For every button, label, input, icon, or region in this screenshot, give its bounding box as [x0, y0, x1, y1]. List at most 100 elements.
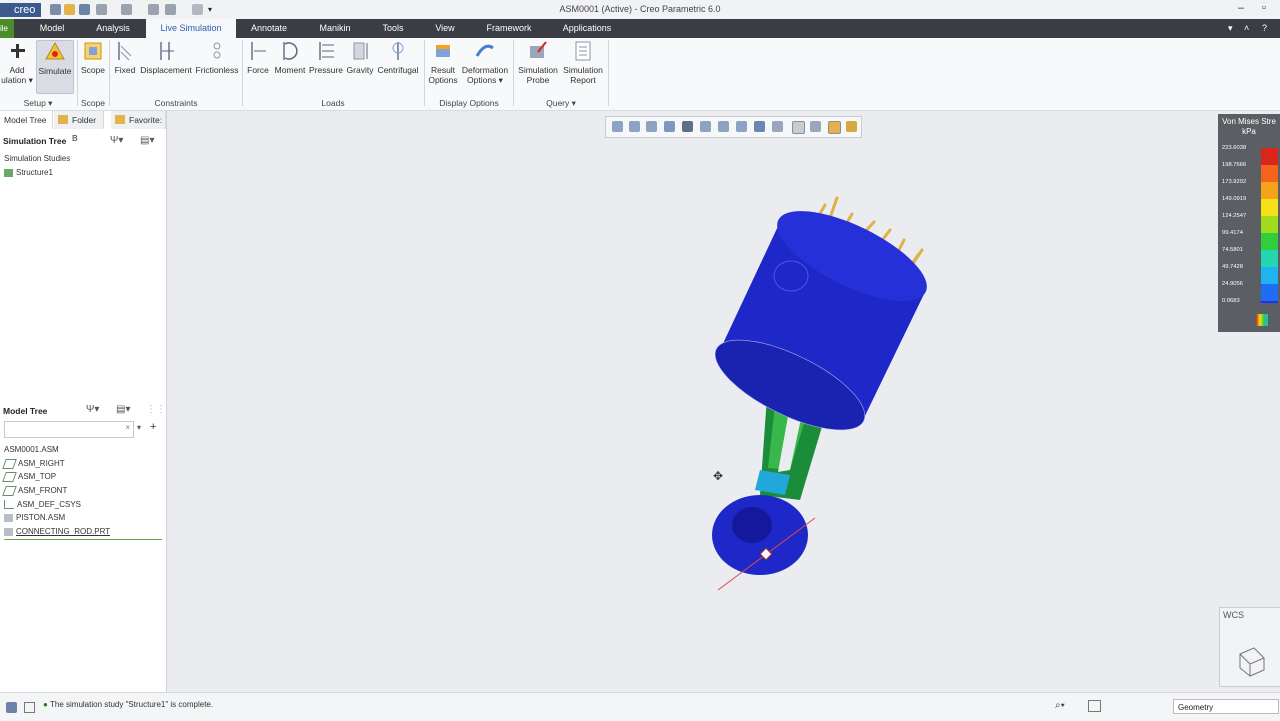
result-options-button[interactable]: Result Options — [427, 40, 459, 85]
group-setup[interactable]: Setup ▾ — [0, 98, 76, 109]
csys-display-icon[interactable] — [810, 121, 821, 132]
model-tree-search-input[interactable]: × — [4, 421, 134, 438]
appearance-icon[interactable] — [846, 121, 857, 132]
annotation-display-icon[interactable] — [792, 121, 805, 134]
tree-item-asm-top[interactable]: ASM_TOP — [2, 472, 57, 482]
add-simulation-button[interactable]: Add ulation ▾ — [0, 40, 34, 86]
group-loads: Loads — [321, 98, 345, 108]
legend-value: 74.5801 — [1222, 247, 1243, 253]
refit-icon[interactable] — [612, 121, 623, 132]
repaint-icon[interactable] — [664, 121, 675, 132]
result-options-label-2: Options — [428, 75, 458, 85]
centrifugal-icon — [388, 40, 408, 62]
moment-icon — [280, 40, 300, 62]
graphics-viewport[interactable]: ✥ — [167, 111, 1280, 692]
help-icon[interactable]: ? — [1262, 23, 1267, 33]
perspective-view-icon[interactable] — [736, 121, 747, 132]
tree-item-asm-front[interactable]: ASM_FRONT — [2, 486, 67, 496]
selection-filter-icon[interactable] — [1088, 700, 1101, 712]
model-tree-filter-icon[interactable]: Ψ▾ — [86, 404, 99, 415]
tree-item-simulation-studies[interactable]: Simulation Studies — [4, 154, 70, 163]
legend-value: 198.7666 — [1222, 162, 1247, 168]
find-icon[interactable]: ⌕▾ — [1055, 700, 1065, 711]
simulation-probe-button[interactable]: Simulation Probe — [516, 40, 560, 85]
tab-manikin[interactable]: Manikin — [308, 19, 362, 38]
tab-applications[interactable]: Applications — [556, 19, 618, 38]
legend-swatch — [1261, 199, 1278, 216]
tree-filter-icon[interactable]: Ψ▾ — [110, 135, 123, 146]
legend-value: 0.0683 — [1222, 298, 1240, 304]
minimize-ribbon-icon[interactable]: ˄ — [1244, 23, 1249, 33]
tree-item-asm-def-csys[interactable]: ASM_DEF_CSYS — [4, 500, 82, 510]
coordinate-system-icon — [4, 500, 14, 510]
tree-item-piston-asm[interactable]: PISTON.ASM — [4, 513, 65, 522]
model-tree-columns-icon[interactable]: ⋮⋮ — [146, 404, 166, 415]
legend-swatch — [1261, 284, 1278, 301]
datum-display-icon[interactable] — [754, 121, 765, 132]
separator — [424, 40, 425, 106]
asm-top-label: ASM_TOP — [18, 472, 57, 482]
saved-orientations-icon[interactable] — [700, 121, 711, 132]
moment-label: Moment — [274, 65, 306, 75]
asm-def-csys-label: ASM_DEF_CSYS — [17, 500, 82, 509]
displacement-button[interactable]: Displacement — [140, 40, 192, 75]
fixed-button[interactable]: Fixed — [112, 40, 138, 75]
scope-button[interactable]: Scope — [79, 40, 107, 75]
restore-icon[interactable]: ▫ — [1262, 2, 1266, 14]
model-tree-settings-icon[interactable]: ▤▾ — [116, 404, 130, 415]
view-manager-icon[interactable] — [718, 121, 729, 132]
force-button[interactable]: Force — [245, 40, 271, 75]
centrifugal-button[interactable]: Centrifugal — [377, 40, 419, 75]
selection-filter-dropdown[interactable]: Geometry — [1173, 699, 1279, 714]
tree-settings-icon[interactable]: ▤▾ — [140, 135, 154, 146]
simulation-model[interactable]: ✥ — [167, 111, 1280, 692]
tab-framework[interactable]: Framework — [478, 19, 540, 38]
tab-annotate[interactable]: Annotate — [242, 19, 296, 38]
tree-item-asm-right[interactable]: ASM_RIGHT — [2, 459, 65, 469]
legend-swatch — [1261, 301, 1278, 303]
structure1-label: Structure1 — [16, 168, 53, 177]
full-screen-icon[interactable] — [24, 702, 35, 713]
tab-analysis[interactable]: Analysis — [86, 19, 140, 38]
pressure-button[interactable]: Pressure — [309, 40, 343, 75]
fixed-constraint-icon — [115, 40, 135, 62]
tab-tools[interactable]: Tools — [372, 19, 414, 38]
ribbon-options-icon[interactable]: ▾ — [1228, 23, 1233, 34]
legend-value: 124.2547 — [1222, 213, 1247, 219]
search-options-chevron-icon[interactable]: ▾ — [137, 423, 141, 432]
tree-item-connecting-rod[interactable]: CONNECTING_ROD.PRT — [4, 527, 162, 540]
legend-options-icon[interactable] — [1256, 314, 1268, 326]
tree-item-structure1[interactable]: Structure1 — [4, 168, 53, 177]
gravity-button[interactable]: Gravity — [345, 40, 375, 75]
tree-item-asm0001[interactable]: ASM0001.ASM — [4, 445, 59, 454]
pressure-label: Pressure — [309, 65, 344, 75]
deformation-options-button[interactable]: Deformation Options ▾ — [461, 40, 509, 86]
frictionless-icon — [207, 40, 227, 62]
frictionless-button[interactable]: Frictionless — [194, 40, 240, 75]
group-query[interactable]: Query ▾ — [516, 98, 606, 109]
spin-center-icon[interactable] — [772, 121, 783, 132]
tab-view[interactable]: View — [426, 19, 464, 38]
left-panel: Model Tree Folder B Favorite: Simulation… — [0, 111, 167, 692]
display-style-icon[interactable] — [682, 121, 693, 132]
pressure-icon — [316, 40, 336, 62]
simulation-report-button[interactable]: Simulation Report — [561, 40, 605, 85]
minimize-icon[interactable]: – — [1238, 2, 1244, 14]
moment-button[interactable]: Moment — [273, 40, 307, 75]
clear-search-icon[interactable]: × — [125, 423, 130, 432]
zoom-in-icon[interactable] — [629, 121, 640, 132]
connecting-rod-label: CONNECTING_ROD.PRT — [16, 527, 111, 536]
simulate-button[interactable]: Simulate — [36, 40, 74, 94]
legend-swatch — [1261, 165, 1278, 182]
add-search-icon[interactable]: + — [150, 421, 156, 433]
tab-file[interactable]: ile — [0, 19, 14, 38]
legend-value: 223.6038 — [1222, 145, 1247, 151]
tab-live-simulation[interactable]: Live Simulation — [146, 19, 236, 38]
study-icon — [4, 168, 13, 177]
simulation-display-icon[interactable] — [828, 121, 841, 134]
tab-model[interactable]: Model — [28, 19, 76, 38]
folder-icon — [58, 115, 68, 124]
tab-model-tree[interactable]: Model Tree — [0, 111, 53, 129]
regen-status-icon[interactable] — [6, 702, 17, 713]
zoom-out-icon[interactable] — [646, 121, 657, 132]
